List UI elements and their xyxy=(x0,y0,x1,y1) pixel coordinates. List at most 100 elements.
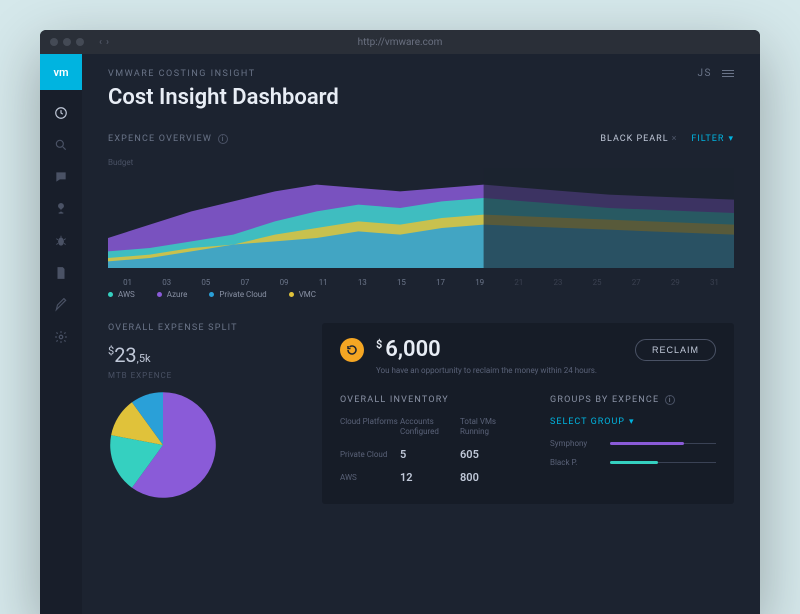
back-icon[interactable]: ‹ xyxy=(99,37,102,48)
sidebar: vm xyxy=(40,54,82,614)
inventory-accounts: 5 xyxy=(400,448,460,461)
reclaim-card: $6,000 RECLAIM You have an opportunity t… xyxy=(322,323,734,504)
xaxis-tick: 31 xyxy=(695,278,734,287)
brand-logo[interactable]: vm xyxy=(40,54,82,90)
groups-panel: GROUPS BY EXPENCE i SELECT GROUP ▾ Symph… xyxy=(550,395,716,484)
menu-icon[interactable] xyxy=(722,70,734,77)
legend-label: AWS xyxy=(118,290,135,299)
reclaim-icon xyxy=(340,338,364,362)
close-icon[interactable]: × xyxy=(672,134,678,144)
user-initials[interactable]: JS xyxy=(698,68,712,79)
inventory-vms: 605 xyxy=(460,448,520,461)
reclaim-subtext: You have an opportunity to reclaim the m… xyxy=(376,366,716,375)
inventory-accounts: 12 xyxy=(400,471,460,484)
group-label: Black P. xyxy=(550,458,600,467)
group-item[interactable]: Black P. xyxy=(550,458,716,467)
xaxis-tick: 17 xyxy=(421,278,460,287)
legend-label: Private Cloud xyxy=(219,290,266,299)
inventory-column-head: Total VMs Running xyxy=(460,417,520,438)
filter-tag[interactable]: BLACK PEARL× xyxy=(600,134,677,144)
select-group-dropdown[interactable]: SELECT GROUP ▾ xyxy=(550,417,716,427)
legend-item[interactable]: VMC xyxy=(289,290,316,299)
xaxis-tick: 29 xyxy=(656,278,695,287)
browser-nav-arrows: ‹ › xyxy=(99,37,109,48)
info-icon[interactable]: i xyxy=(665,395,675,405)
legend-item[interactable]: Azure xyxy=(157,290,188,299)
legend-item[interactable]: AWS xyxy=(108,290,135,299)
expense-title: EXPENCE OVERVIEW xyxy=(108,134,212,144)
xaxis-tick: 13 xyxy=(343,278,382,287)
xaxis-tick: 11 xyxy=(304,278,343,287)
forward-icon[interactable]: › xyxy=(106,37,109,48)
xaxis-tick: 09 xyxy=(265,278,304,287)
group-bar xyxy=(610,443,716,444)
money-icon[interactable] xyxy=(54,202,68,216)
inventory-column-head: Accounts Configured xyxy=(400,417,460,438)
legend-dot xyxy=(209,292,214,297)
xaxis-tick: 19 xyxy=(460,278,499,287)
xaxis-tick: 27 xyxy=(617,278,656,287)
chart-xaxis: 01030507091113151719212325272931 xyxy=(108,278,734,287)
info-icon[interactable]: i xyxy=(218,134,228,144)
xaxis-tick: 05 xyxy=(186,278,225,287)
app-window: ‹ › http://vmware.com vm VMWARE COSTING … xyxy=(40,30,760,614)
group-bar xyxy=(610,462,716,463)
main-content: VMWARE COSTING INSIGHT JS Cost Insight D… xyxy=(82,54,760,614)
legend-dot xyxy=(157,292,162,297)
xaxis-tick: 01 xyxy=(108,278,147,287)
expense-split-panel: OVERALL EXPENSE SPLIT $23,5k MTB EXPENCE xyxy=(108,323,298,504)
document-icon[interactable] xyxy=(54,266,68,280)
group-item[interactable]: Symphony xyxy=(550,439,716,448)
window-max-dot[interactable] xyxy=(76,38,84,46)
legend-dot xyxy=(289,292,294,297)
inventory-row: AWS12800 xyxy=(340,471,520,484)
search-icon[interactable] xyxy=(54,138,68,152)
breadcrumb-row: VMWARE COSTING INSIGHT JS xyxy=(108,68,734,79)
groups-title: GROUPS BY EXPENCE xyxy=(550,395,659,405)
bug-icon[interactable] xyxy=(54,234,68,248)
group-list: Symphony Black P. xyxy=(550,439,716,467)
legend-label: VMC xyxy=(299,290,316,299)
legend-item[interactable]: Private Cloud xyxy=(209,290,266,299)
expense-pie-chart[interactable] xyxy=(108,390,218,500)
inventory-row-label: Private Cloud xyxy=(340,450,400,459)
xaxis-tick: 07 xyxy=(225,278,264,287)
area-chart-container: Budget 01030507091113151719212325272931 xyxy=(108,158,734,278)
group-label: Symphony xyxy=(550,439,600,448)
xaxis-tick: 03 xyxy=(147,278,186,287)
xaxis-tick: 25 xyxy=(578,278,617,287)
inventory-panel: OVERALL INVENTORY Cloud PlatformsAccount… xyxy=(340,395,520,484)
browser-url[interactable]: http://vmware.com xyxy=(358,37,443,48)
chart-legend: AWS Azure Private Cloud VMC xyxy=(108,290,734,299)
window-close-dot[interactable] xyxy=(50,38,58,46)
brush-icon[interactable] xyxy=(54,298,68,312)
inventory-column-head: Cloud Platforms xyxy=(340,417,400,438)
browser-titlebar: ‹ › http://vmware.com xyxy=(40,30,760,54)
filter-button[interactable]: FILTER ▾ xyxy=(691,134,734,144)
xaxis-tick: 21 xyxy=(499,278,538,287)
split-amount: $23,5k xyxy=(108,343,298,367)
chat-icon[interactable] xyxy=(54,170,68,184)
split-title: OVERALL EXPENSE SPLIT xyxy=(108,323,298,333)
reclaim-amount: $6,000 xyxy=(376,337,441,362)
inventory-head: Cloud PlatformsAccounts ConfiguredTotal … xyxy=(340,417,520,438)
legend-label: Azure xyxy=(167,290,188,299)
breadcrumb: VMWARE COSTING INSIGHT xyxy=(108,69,256,79)
funnel-icon: ▾ xyxy=(728,134,734,144)
inventory-table: Cloud PlatformsAccounts ConfiguredTotal … xyxy=(340,417,520,484)
settings-icon[interactable] xyxy=(54,330,68,344)
expense-area-chart[interactable] xyxy=(108,168,734,268)
dashboard-icon[interactable] xyxy=(54,106,68,120)
page-title: Cost Insight Dashboard xyxy=(108,85,734,110)
inventory-title: OVERALL INVENTORY xyxy=(340,395,449,405)
xaxis-tick: 15 xyxy=(382,278,421,287)
reclaim-button[interactable]: RECLAIM xyxy=(635,339,716,361)
inventory-row: Private Cloud5605 xyxy=(340,448,520,461)
xaxis-tick: 23 xyxy=(538,278,577,287)
chevron-down-icon: ▾ xyxy=(629,417,635,427)
window-min-dot[interactable] xyxy=(63,38,71,46)
inventory-vms: 800 xyxy=(460,471,520,484)
split-sublabel: MTB EXPENCE xyxy=(108,371,298,380)
inventory-row-label: AWS xyxy=(340,473,400,482)
lower-row: OVERALL EXPENSE SPLIT $23,5k MTB EXPENCE xyxy=(108,323,734,504)
